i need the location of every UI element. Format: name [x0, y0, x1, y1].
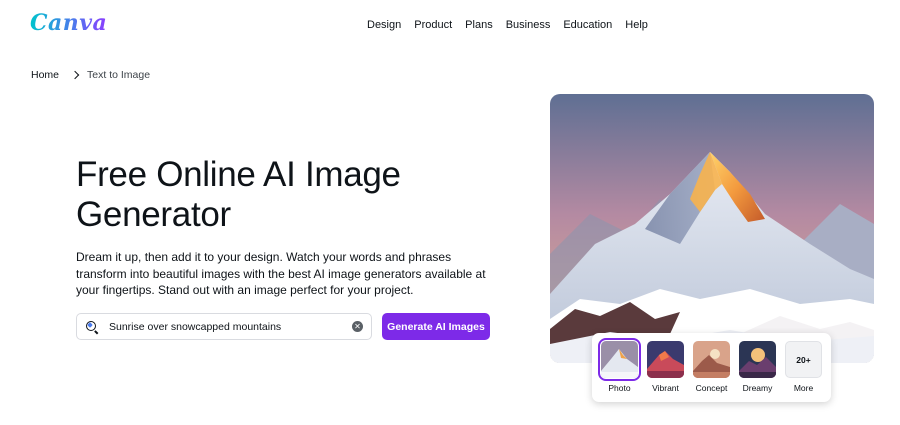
style-more[interactable]: 20+ More	[785, 341, 822, 402]
breadcrumb-home[interactable]: Home	[31, 69, 59, 81]
clear-icon[interactable]: ✕	[352, 321, 363, 332]
style-concept[interactable]: Concept	[693, 341, 730, 402]
style-more-label: More	[793, 383, 814, 393]
style-dreamy-thumbnail[interactable]	[739, 341, 776, 378]
style-photo-thumbnail[interactable]	[598, 338, 641, 381]
style-concept-label: Concept	[695, 383, 728, 393]
canva-logo[interactable]: Canva	[30, 10, 107, 36]
style-vibrant-label: Vibrant	[652, 383, 679, 393]
style-photo-label: Photo	[608, 383, 631, 393]
generate-ai-images-button[interactable]: Generate AI Images	[382, 313, 490, 340]
style-vibrant[interactable]: Vibrant	[647, 341, 684, 402]
style-dreamy[interactable]: Dreamy	[739, 341, 776, 402]
top-nav: Design Product Plans Business Education …	[367, 19, 648, 31]
ai-search-icon	[85, 320, 99, 334]
style-concept-thumbnail[interactable]	[693, 341, 730, 378]
style-vibrant-thumbnail[interactable]	[647, 341, 684, 378]
nav-design[interactable]: Design	[367, 19, 401, 31]
page-description: Dream it up, then add it to your design.…	[76, 250, 486, 297]
nav-business[interactable]: Business	[506, 19, 551, 31]
prompt-input[interactable]	[109, 320, 352, 333]
style-dreamy-label: Dreamy	[742, 383, 773, 393]
style-photo[interactable]: Photo	[598, 338, 641, 402]
hero-mountain-image	[550, 94, 874, 363]
chevron-right-icon	[70, 70, 80, 80]
breadcrumb: Home Text to Image	[31, 69, 150, 81]
prompt-search-box[interactable]: ✕	[76, 313, 372, 340]
page-title: Free Online AI Image Generator	[76, 155, 401, 234]
nav-help[interactable]: Help	[625, 19, 648, 31]
nav-plans[interactable]: Plans	[465, 19, 493, 31]
nav-product[interactable]: Product	[414, 19, 452, 31]
breadcrumb-current: Text to Image	[87, 69, 151, 81]
style-picker: Photo Vibrant Concept Dreamy 20+ More	[592, 333, 831, 402]
nav-education[interactable]: Education	[563, 19, 612, 31]
style-more-badge[interactable]: 20+	[785, 341, 822, 378]
